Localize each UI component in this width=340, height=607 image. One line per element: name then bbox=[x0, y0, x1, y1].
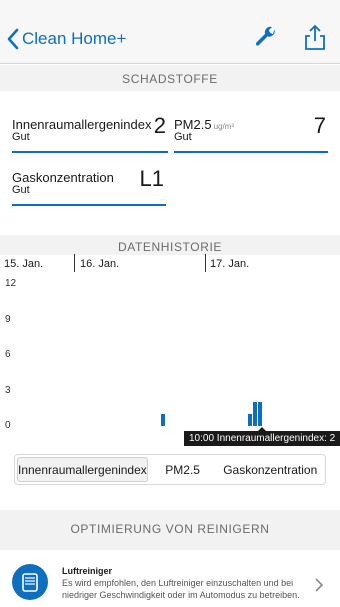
back-button[interactable]: Clean Home+ bbox=[6, 26, 126, 52]
date-label: 15. Jan. bbox=[4, 258, 44, 270]
y-tick-label: 3 bbox=[5, 385, 11, 396]
chart-tooltip: 10:00 Innenraumallergenindex: 2 bbox=[184, 431, 340, 446]
recommendation-card[interactable]: Luftreiniger Es wird empfohlen, den Luft… bbox=[0, 550, 340, 607]
recommendation-title: Luftreiniger bbox=[62, 566, 113, 576]
chart-bar[interactable] bbox=[248, 414, 252, 426]
card-name: Gaskonzentration bbox=[12, 170, 114, 185]
chart-bar[interactable] bbox=[161, 414, 165, 426]
wrench-icon[interactable] bbox=[254, 26, 278, 50]
card-value: L1 bbox=[139, 166, 164, 191]
tab-gas[interactable]: Gaskonzentration bbox=[215, 455, 325, 484]
air-purifier-icon bbox=[12, 564, 48, 600]
chart-bar[interactable] bbox=[258, 402, 262, 426]
card-allergen-index[interactable]: Innenraumallergenindex Gut 2 bbox=[12, 113, 168, 153]
back-label: Clean Home+ bbox=[22, 29, 127, 48]
card-value: 2 bbox=[153, 113, 166, 138]
chart-bar[interactable] bbox=[253, 402, 257, 426]
pollutants-title: SCHADSTOFFE bbox=[122, 72, 218, 86]
y-tick-label: 12 bbox=[5, 278, 17, 289]
y-tick-label: 0 bbox=[5, 420, 11, 431]
history-title: DATENHISTORIE bbox=[117, 240, 223, 254]
share-icon[interactable] bbox=[304, 24, 326, 50]
nav-bar: Clean Home+ bbox=[0, 0, 340, 64]
tab-pm25[interactable]: PM2.5 bbox=[150, 455, 216, 484]
date-divider bbox=[205, 254, 206, 272]
card-status: Gut bbox=[12, 131, 30, 143]
metric-segmented-control: Innenraumallergenindex PM2.5 Gaskonzentr… bbox=[14, 454, 326, 485]
recommendation-text: Es wird empfohlen, den Luftreiniger einz… bbox=[62, 578, 300, 600]
card-value: 7 bbox=[313, 113, 326, 138]
date-label: 17. Jan. bbox=[210, 258, 250, 270]
card-gas[interactable]: Gaskonzentration Gut L1 bbox=[12, 166, 166, 206]
y-tick-label: 6 bbox=[5, 349, 11, 360]
tab-allergen-index[interactable]: Innenraumallergenindex bbox=[17, 457, 148, 482]
card-name: PM2.5 ug/m³ bbox=[174, 117, 235, 132]
date-divider bbox=[74, 254, 75, 272]
card-name: Innenraumallergenindex bbox=[12, 117, 152, 132]
y-tick-label: 9 bbox=[5, 314, 11, 325]
chevron-right-icon bbox=[315, 578, 324, 592]
card-pm25[interactable]: PM2.5 ug/m³ Gut 7 bbox=[174, 113, 328, 153]
chevron-left-icon bbox=[7, 28, 19, 50]
card-status: Gut bbox=[174, 131, 192, 143]
date-axis: 15. Jan. 16. Jan. 17. Jan. bbox=[0, 254, 340, 274]
card-status: Gut bbox=[12, 184, 30, 196]
date-label: 16. Jan. bbox=[80, 258, 120, 270]
card-unit: ug/m³ bbox=[213, 122, 235, 131]
optimization-title: OPTIMIERUNG VON REINIGERN bbox=[70, 522, 270, 536]
